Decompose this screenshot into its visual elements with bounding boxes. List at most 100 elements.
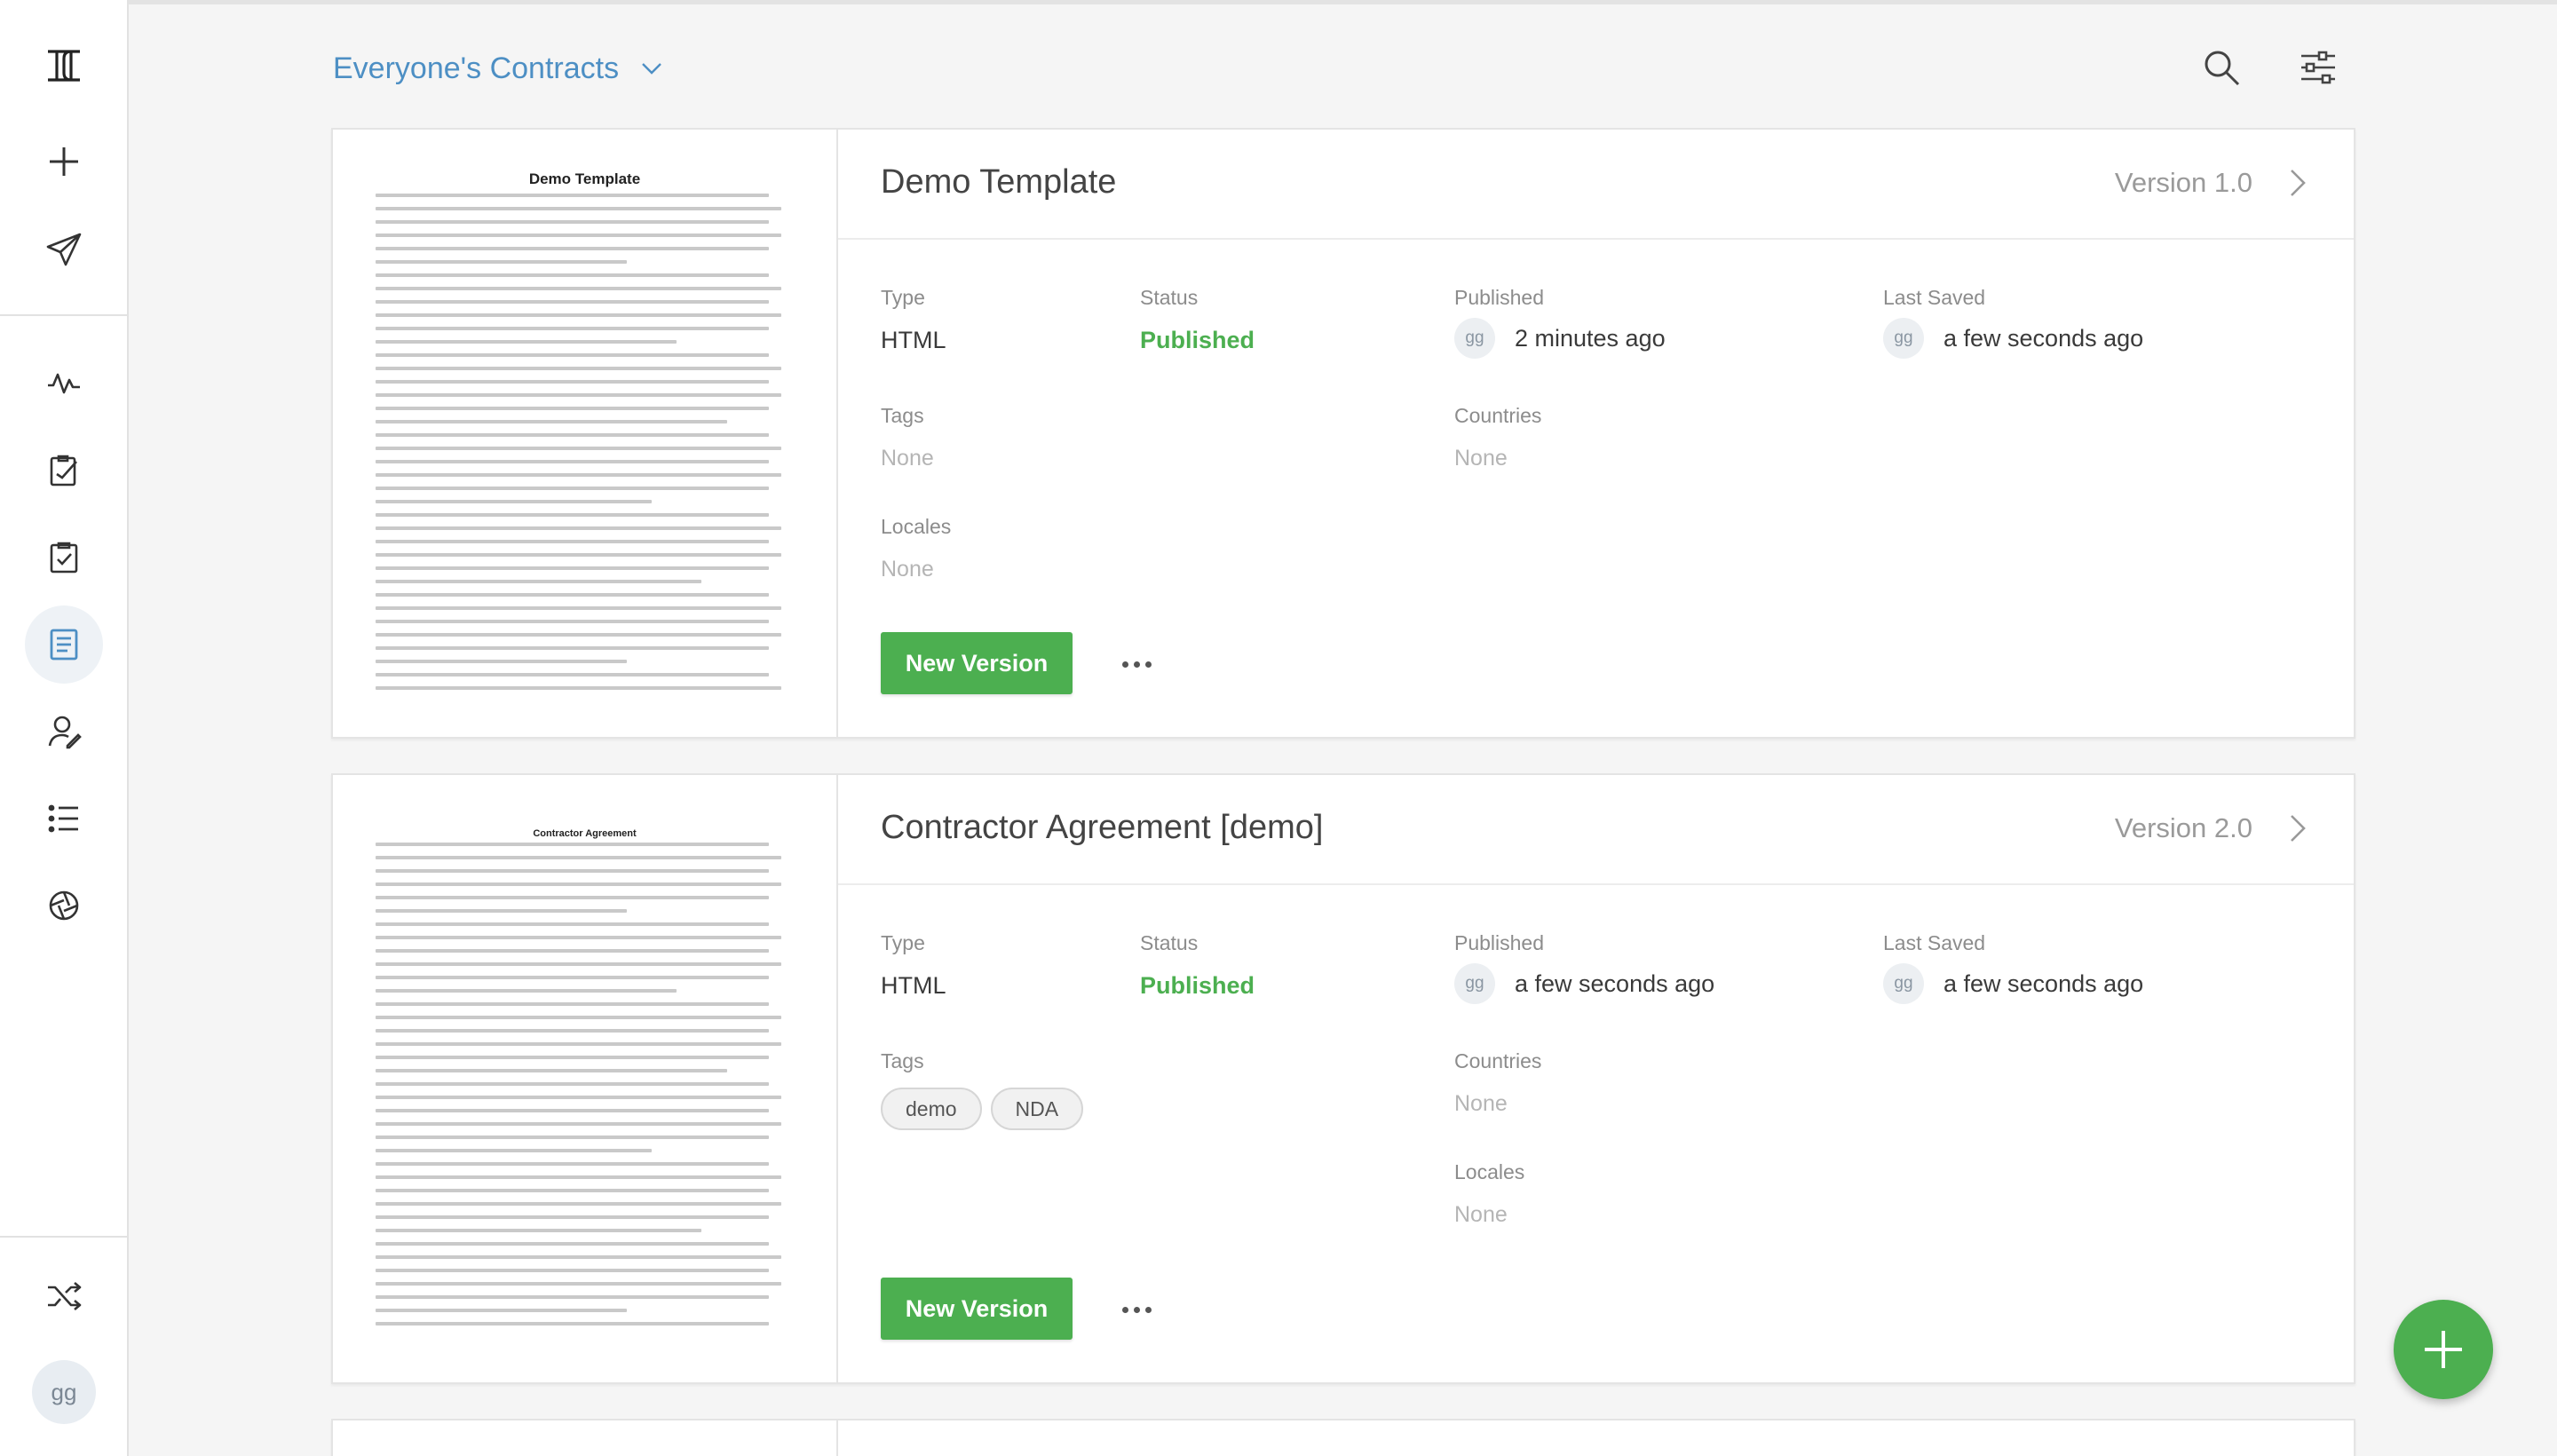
thumbnail-text-line	[376, 1136, 769, 1139]
thumbnail-text-line	[376, 673, 769, 677]
more-options-icon[interactable]	[1112, 646, 1161, 682]
last-saved-time: a few seconds ago	[1943, 324, 2144, 352]
new-version-button[interactable]: New Version	[881, 1278, 1073, 1340]
thumbnail-text	[376, 843, 794, 1347]
tag-chip[interactable]: demo	[881, 1088, 982, 1130]
contract-card[interactable]	[331, 1419, 2355, 1456]
thumbnail-text-line	[376, 909, 627, 913]
type-label: Type	[881, 286, 925, 309]
sidebar: gg	[0, 0, 129, 1456]
view-selector[interactable]: Everyone's Contracts	[333, 46, 665, 91]
published-label: Published	[1454, 931, 1545, 954]
plus-icon[interactable]	[25, 123, 103, 201]
locales-value: None	[1454, 1202, 1508, 1227]
thumbnail-text-line	[376, 962, 781, 966]
thumbnail-text-line	[376, 526, 781, 530]
thumbnail-text-line	[376, 936, 781, 939]
document-thumbnail[interactable]	[333, 1420, 838, 1456]
thumbnail-text-line	[376, 287, 781, 290]
chevron-right-icon[interactable]	[2279, 811, 2315, 846]
thumbnail-text-line	[376, 260, 627, 264]
thumbnail-text-line	[376, 1069, 727, 1072]
thumbnail-text-line	[376, 273, 769, 277]
card-header[interactable]: Contractor Agreement [demo] Version 2.0	[838, 775, 2354, 885]
thumbnail-text-line	[376, 922, 769, 926]
thumbnail-text-line	[376, 1189, 769, 1192]
countries-label: Countries	[1454, 404, 1542, 427]
thumbnail-text-line	[376, 949, 769, 953]
thumbnail-text-line	[376, 327, 769, 330]
tags-label: Tags	[881, 1049, 924, 1072]
contract-card[interactable]: Demo Template Demo Template Version 1.0 …	[331, 128, 2355, 739]
top-border	[0, 0, 2557, 4]
status-label: Status	[1140, 286, 1199, 309]
logo-icon[interactable]	[25, 27, 103, 105]
thumbnail-text-line	[376, 1282, 781, 1286]
thumbnail-text-line	[376, 300, 769, 304]
thumbnail-text-line	[376, 447, 781, 450]
thumbnail-text-line	[376, 487, 769, 490]
filter-sliders-icon[interactable]	[2293, 43, 2343, 92]
avatar[interactable]: gg	[32, 1360, 96, 1424]
thumbnail-text-line	[376, 1309, 627, 1312]
type-label: Type	[881, 931, 925, 954]
status-value: Published	[1140, 972, 1255, 999]
thumbnail-title: Contractor Agreement	[533, 828, 637, 839]
thumbnail-text-line	[376, 1255, 781, 1259]
document-thumbnail[interactable]: Demo Template	[333, 130, 838, 737]
published-label: Published	[1454, 286, 1545, 309]
thumbnail-text-line	[376, 606, 781, 610]
clipboard-edit-icon[interactable]	[25, 431, 103, 510]
type-value: HTML	[881, 327, 946, 353]
send-icon[interactable]	[25, 210, 103, 288]
activity-icon[interactable]	[25, 344, 103, 423]
more-options-icon[interactable]	[1112, 1292, 1161, 1327]
search-icon[interactable]	[2197, 43, 2246, 92]
thumbnail-text-line	[376, 580, 702, 583]
last-saved-time: a few seconds ago	[1943, 969, 2144, 997]
thumbnail-text-line	[376, 686, 781, 690]
tag-chip[interactable]: NDA	[990, 1088, 1084, 1130]
thumbnail-text-line	[376, 353, 769, 357]
thumbnail-text-line	[376, 882, 781, 886]
avatar: gg	[1454, 318, 1495, 359]
thumbnail-text-line	[376, 660, 627, 663]
clipboard-check-icon[interactable]	[25, 518, 103, 597]
thumbnail-text-line	[376, 1109, 769, 1112]
thumbnail-text-line	[376, 220, 769, 224]
last-saved-value: gg a few seconds ago	[1883, 963, 2143, 1004]
published-time: a few seconds ago	[1515, 969, 1715, 997]
thumbnail-text-line	[376, 460, 769, 463]
thumbnail-text-line	[376, 1082, 769, 1086]
document-icon[interactable]	[25, 605, 103, 684]
new-version-button[interactable]: New Version	[881, 632, 1073, 694]
published-value: gg a few seconds ago	[1454, 963, 1714, 1004]
chevron-right-icon[interactable]	[2279, 165, 2315, 201]
thumbnail-text-line	[376, 1016, 781, 1019]
aperture-icon[interactable]	[25, 866, 103, 945]
document-thumbnail[interactable]: Contractor Agreement	[333, 775, 838, 1382]
sidebar-divider	[0, 314, 129, 316]
version-label: Version 1.0	[2114, 167, 2252, 198]
thumbnail-title: Demo Template	[528, 170, 641, 187]
shuffle-icon[interactable]	[25, 1257, 103, 1335]
list-icon[interactable]	[25, 779, 103, 858]
thumbnail-text-line	[376, 1149, 652, 1152]
last-saved-label: Last Saved	[1883, 286, 1986, 309]
thumbnail-text-line	[376, 420, 727, 423]
status-value: Published	[1140, 327, 1255, 353]
thumbnail-text-line	[376, 247, 769, 250]
card-header[interactable]: Demo Template Version 1.0	[838, 130, 2354, 240]
thumbnail-text-line	[376, 1322, 769, 1325]
add-contract-button[interactable]	[2394, 1300, 2493, 1399]
locales-value: None	[881, 557, 934, 582]
published-value: gg 2 minutes ago	[1454, 318, 1666, 359]
thumbnail-text-line	[376, 646, 769, 650]
thumbnail-text-line	[376, 1269, 769, 1272]
thumbnail-text-line	[376, 1056, 769, 1059]
thumbnail-text-line	[376, 633, 781, 637]
tags-value: None	[881, 446, 934, 471]
user-edit-icon[interactable]	[25, 692, 103, 771]
contract-card[interactable]: Contractor Agreement Contractor Agreemen…	[331, 773, 2355, 1384]
thumbnail-text-line	[376, 340, 677, 344]
